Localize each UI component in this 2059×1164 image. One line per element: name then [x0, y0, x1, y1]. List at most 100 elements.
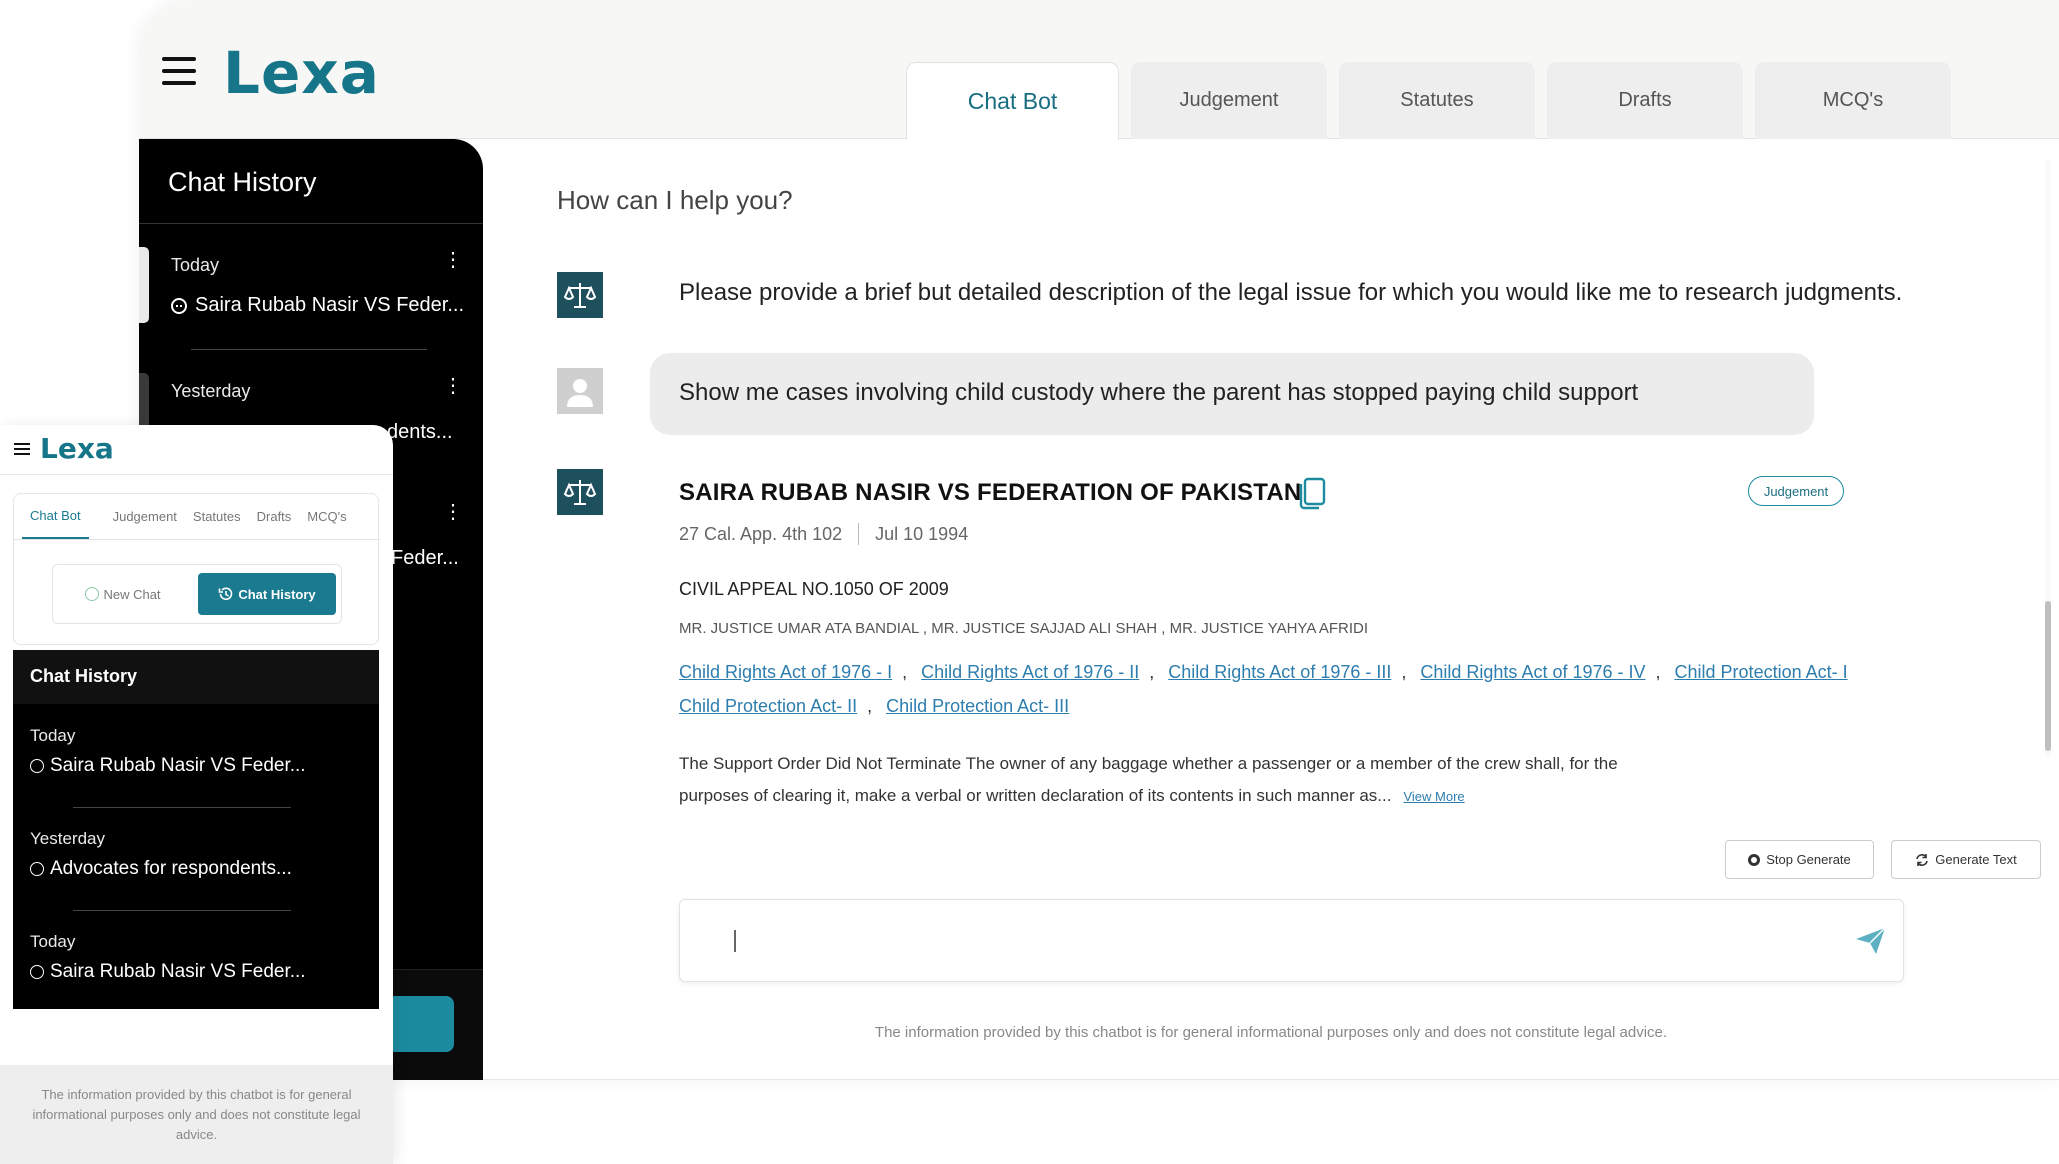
new-chat-button[interactable]: New Chat	[63, 573, 183, 615]
tab-statutes[interactable]: Statutes	[185, 494, 249, 539]
generate-text-label: Generate Text	[1935, 852, 2017, 867]
statute-link[interactable]: Child Rights Act of 1976 - I	[679, 662, 892, 682]
statute-link[interactable]: Child Protection Act- II	[679, 696, 857, 716]
history-item[interactable]: Feder...	[391, 547, 459, 570]
desktop-window: Lexa Chat Bot Judgement Statutes Drafts …	[139, 0, 2059, 1080]
tab-mcqs[interactable]: MCQ's	[299, 494, 354, 539]
mobile-top-bar: Lexa	[0, 425, 393, 475]
stop-generate-label: Stop Generate	[1766, 852, 1851, 867]
tab-judgement[interactable]: Judgement	[105, 494, 185, 539]
summary-text: The Support Order Did Not Terminate The …	[679, 754, 1618, 805]
scrollbar[interactable]	[2045, 161, 2051, 757]
more-vertical-icon[interactable]: ⋮	[443, 250, 463, 270]
tab-chat-bot[interactable]: Chat Bot	[22, 494, 89, 539]
chat-icon	[171, 297, 187, 314]
tab-chat-bot[interactable]: Chat Bot	[906, 62, 1119, 140]
statute-link[interactable]: Child Rights Act of 1976 - II	[921, 662, 1139, 682]
more-vertical-icon[interactable]: ⋮	[443, 376, 463, 396]
statute-link[interactable]: Child Rights Act of 1976 - III	[1168, 662, 1391, 682]
user-icon	[557, 368, 603, 414]
scale-icon	[557, 469, 603, 515]
history-item[interactable]: Advocates for respondents...	[30, 858, 292, 880]
chat-icon	[30, 759, 44, 773]
history-date: Yesterday	[30, 829, 105, 848]
user-message-bubble: Show me cases involving child custody wh…	[650, 353, 1814, 435]
generate-text-button[interactable]: Generate Text	[1891, 840, 2041, 879]
logo: Lexa	[40, 432, 114, 465]
history-item-label: Saira Rubab Nasir VS Feder...	[195, 294, 465, 316]
logo: Lexa	[223, 39, 380, 107]
send-icon[interactable]	[1854, 926, 1888, 956]
history-item-label: Feder...	[391, 547, 459, 569]
divider	[73, 807, 291, 808]
disclaimer: The information provided by this chatbot…	[874, 1024, 1668, 1041]
more-vertical-icon[interactable]: ⋮	[443, 502, 463, 522]
tab-drafts[interactable]: Drafts	[249, 494, 300, 539]
history-item[interactable]: dents...	[387, 421, 453, 444]
tab-bar: Chat Bot Judgement Statutes Drafts MCQ's	[906, 62, 1951, 140]
mobile-tab-panel: Chat Bot Judgement Statutes Drafts MCQ's…	[13, 493, 380, 645]
history-item-label: Saira Rubab Nasir VS Feder...	[50, 961, 306, 982]
mobile-tab-bar: Chat Bot Judgement Statutes Drafts MCQ's	[14, 494, 380, 540]
statute-link[interactable]: Child Protection Act- I	[1675, 662, 1848, 682]
divider	[483, 1079, 2059, 1080]
disclaimer: The information provided by this chatbot…	[32, 1087, 361, 1142]
scrollbar-thumb[interactable]	[2045, 601, 2051, 751]
message-input-box[interactable]	[679, 899, 1904, 982]
tab-statutes[interactable]: Statutes	[1339, 62, 1535, 139]
mobile-view: Lexa Chat Bot Judgement Statutes Drafts …	[0, 425, 393, 1164]
statute-links: Child Rights Act of 1976 - I, Child Right…	[679, 662, 1848, 716]
view-more-link[interactable]: View More	[1403, 789, 1464, 804]
divider	[858, 523, 860, 545]
history-item[interactable]: Saira Rubab Nasir VS Feder...	[30, 961, 306, 983]
chat-icon	[30, 862, 44, 876]
case-summary: The Support Order Did Not Terminate The …	[679, 748, 1689, 813]
new-chat-label: New Chat	[103, 586, 161, 602]
copy-icon[interactable]	[1297, 476, 1327, 510]
chat-icon	[30, 965, 44, 979]
history-date: Yesterday	[171, 381, 251, 401]
appeal-number: CIVIL APPEAL NO.1050 OF 2009	[679, 579, 949, 599]
sidebar-tab-handle[interactable]	[139, 373, 149, 433]
prompt-heading: How can I help you?	[557, 185, 793, 215]
chat-icon	[85, 587, 100, 601]
menu-icon[interactable]	[162, 57, 196, 85]
scale-icon	[557, 272, 603, 318]
history-date: Today	[30, 932, 76, 951]
chat-history-label: Chat History	[238, 586, 316, 602]
stop-generate-button[interactable]: Stop Generate	[1725, 840, 1874, 879]
sidebar-title: Chat History	[168, 167, 317, 197]
judges-list: MR. JUSTICE UMAR ATA BANDIAL , MR. JUSTI…	[679, 620, 1369, 637]
divider	[139, 223, 483, 224]
chat-history-button[interactable]: Chat History	[198, 573, 336, 615]
case-date: Jul 10 1994	[875, 523, 969, 544]
stop-icon	[1748, 853, 1761, 866]
chat-area: How can I help you? Please provide a bri…	[483, 139, 2059, 1080]
tab-judgement[interactable]: Judgement	[1131, 62, 1327, 139]
tab-mcqs[interactable]: MCQ's	[1755, 62, 1951, 139]
tab-drafts[interactable]: Drafts	[1547, 62, 1743, 139]
bot-message: Please provide a brief but detailed desc…	[679, 279, 1903, 306]
message-input[interactable]	[730, 922, 1810, 962]
judgement-badge: Judgement	[1748, 476, 1844, 506]
screen: Lexa Chat Bot Judgement Statutes Drafts …	[0, 0, 2059, 1164]
history-icon	[219, 587, 233, 601]
user-message: Show me cases involving child custody wh…	[679, 379, 1639, 406]
mobile-history-panel: Chat History Today Saira Rubab Nasir VS …	[13, 650, 379, 1009]
history-item-label: Saira Rubab Nasir VS Feder...	[50, 755, 306, 776]
top-bar: Lexa Chat Bot Judgement Statutes Drafts …	[139, 0, 2059, 140]
history-item-label: dents...	[387, 421, 453, 443]
statute-link[interactable]: Child Protection Act- III	[886, 696, 1069, 716]
refresh-icon	[1916, 853, 1929, 866]
citation-text: 27 Cal. App. 4th 102	[679, 523, 843, 544]
menu-icon[interactable]	[14, 443, 30, 455]
panel-title: Chat History	[30, 666, 138, 686]
history-item[interactable]: Saira Rubab Nasir VS Feder...	[171, 294, 464, 317]
sidebar-tab-handle[interactable]	[139, 247, 149, 323]
history-item[interactable]: Saira Rubab Nasir VS Feder...	[30, 755, 306, 777]
statute-link[interactable]: Child Rights Act of 1976 - IV	[1420, 662, 1645, 682]
history-item-label: Advocates for respondents...	[50, 858, 292, 879]
case-title[interactable]: SAIRA RUBAB NASIR VS FEDERATION OF PAKIS…	[679, 479, 1301, 507]
divider	[191, 349, 427, 350]
history-date: Today	[30, 726, 76, 745]
